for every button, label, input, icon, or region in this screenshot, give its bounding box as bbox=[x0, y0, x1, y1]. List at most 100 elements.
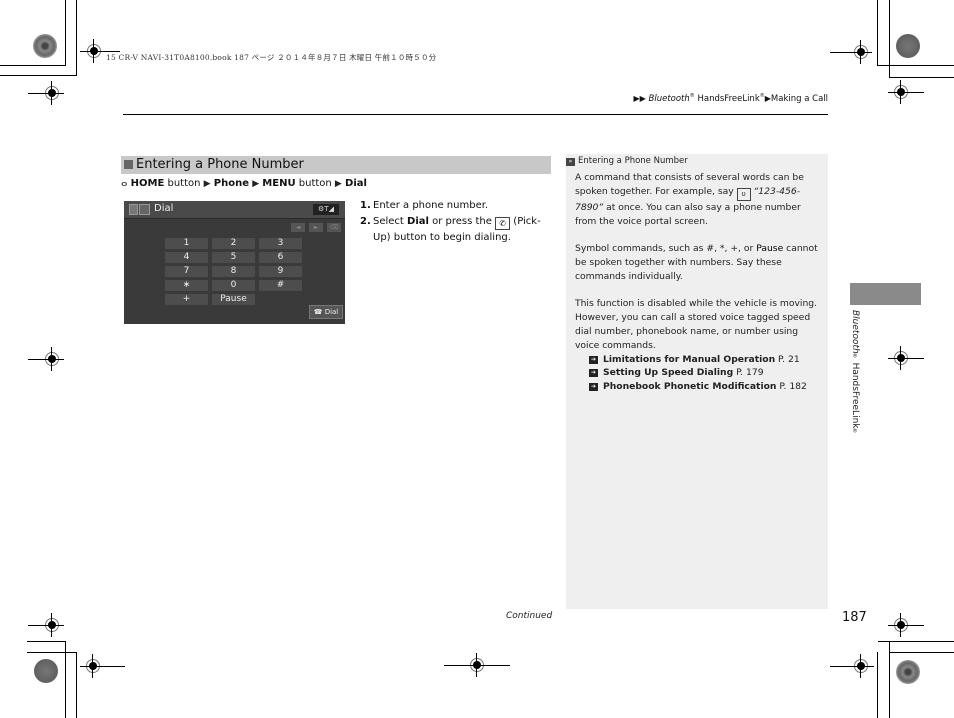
note-body: A command that consists of several words… bbox=[575, 171, 821, 394]
note-heading: » Entering a Phone Number bbox=[566, 156, 688, 166]
nav-step-phone: Phone bbox=[213, 178, 249, 189]
breadcrumb-bluetooth: Bluetooth bbox=[648, 93, 690, 104]
crop-line bbox=[889, 641, 890, 718]
crop-line bbox=[76, 652, 77, 718]
nav-separator-icon: ▶ bbox=[203, 179, 211, 189]
side-label-bluetooth: Bluetooth bbox=[850, 310, 860, 354]
xref-title: Phonebook Phonetic Modification bbox=[603, 381, 777, 393]
xref-link[interactable]: ➔ Limitations for Manual Operation P. 21 bbox=[589, 353, 821, 367]
crop-line bbox=[889, 77, 954, 78]
crop-line bbox=[888, 92, 924, 93]
step-text: Select bbox=[373, 215, 408, 227]
color-bar-icon bbox=[896, 34, 920, 58]
step-dial-keyword: Dial bbox=[407, 215, 429, 227]
xref-link[interactable]: ➔ Phonebook Phonetic Modification P. 182 bbox=[589, 380, 821, 394]
key-plus: + bbox=[165, 294, 208, 305]
color-bar-icon bbox=[33, 34, 57, 58]
crop-line bbox=[877, 652, 878, 718]
crop-line bbox=[830, 52, 872, 53]
nav-step-text: button bbox=[295, 178, 335, 189]
steps-list: 1. Enter a phone number. 2. Select Dial … bbox=[360, 198, 550, 245]
section-heading: Entering a Phone Number bbox=[121, 156, 551, 174]
breadcrumb-handsfreelink: HandsFreeLink bbox=[694, 93, 760, 104]
color-bar-icon bbox=[34, 659, 58, 683]
home-button-icon: ⴰ bbox=[121, 178, 128, 189]
key-9: 9 bbox=[259, 266, 302, 277]
note-text: Symbol commands, such as #, *, +, or bbox=[575, 243, 757, 255]
crop-line bbox=[65, 641, 66, 718]
crop-line bbox=[80, 666, 125, 667]
step-number: 2. bbox=[360, 215, 371, 227]
crop-line bbox=[877, 0, 878, 66]
crop-line bbox=[27, 641, 66, 642]
breadcrumb-arrows-icon: ▶▶ bbox=[633, 93, 646, 103]
xref-link[interactable]: ➔ Setting Up Speed Dialing P. 179 bbox=[589, 366, 821, 380]
xref-page: P. 182 bbox=[776, 381, 807, 393]
file-header: 15 CR-V NAVI-31T0A8100.book 187 ページ ２０１４… bbox=[106, 53, 437, 62]
talk-button-icon: ʋ bbox=[736, 187, 751, 201]
crop-line bbox=[28, 93, 64, 94]
chapter-tab bbox=[850, 283, 921, 305]
xref-list: ➔ Limitations for Manual Operation P. 21 … bbox=[575, 353, 821, 394]
chapter-side-label: Bluetooth® HandsFreeLink® bbox=[846, 310, 860, 434]
nav-path: ⴰ HOME button ▶ Phone ▶ MENU button ▶ Di… bbox=[121, 178, 367, 189]
breadcrumb: ▶▶ Bluetooth® HandsFreeLink®▶Making a Ca… bbox=[634, 93, 829, 104]
nav-separator-icon: ▶ bbox=[252, 179, 260, 189]
note-paragraph: A command that consists of several words… bbox=[575, 171, 821, 228]
crop-line bbox=[0, 75, 77, 76]
note-heading-text: Entering a Phone Number bbox=[578, 156, 688, 166]
crop-line bbox=[28, 625, 64, 626]
step-number: 1. bbox=[360, 200, 371, 211]
crop-line bbox=[28, 359, 64, 360]
crop-line bbox=[65, 0, 66, 66]
dial-screen-image: Dial ⚙T◢ ◄ ► ⌫ 1 2 3 4 5 6 7 8 9 ∗ 0 # +… bbox=[124, 201, 345, 324]
xref-page: P. 21 bbox=[775, 353, 800, 365]
key-pause: Pause bbox=[212, 294, 255, 305]
key-8: 8 bbox=[212, 266, 255, 277]
crop-line bbox=[444, 665, 510, 666]
note-paragraph: Symbol commands, such as #, *, +, or Pau… bbox=[575, 242, 821, 283]
crop-line bbox=[830, 666, 874, 667]
crop-line bbox=[27, 652, 77, 653]
note-text: at once. You can also say a phone number… bbox=[575, 201, 801, 227]
screen-top-bar: Dial ⚙T◢ bbox=[124, 201, 345, 219]
crop-line bbox=[877, 65, 954, 66]
double-chevron-icon: » bbox=[566, 158, 575, 166]
nav-step-home: HOME bbox=[130, 178, 165, 189]
crop-line bbox=[888, 358, 924, 359]
xref-page: P. 179 bbox=[733, 367, 764, 379]
crop-line bbox=[889, 0, 890, 78]
color-bar-icon bbox=[896, 660, 920, 684]
key-6: 6 bbox=[259, 252, 302, 263]
nav-separator-icon: ▶ bbox=[334, 179, 342, 189]
xref-title: Limitations for Manual Operation bbox=[603, 353, 776, 365]
key-4: 4 bbox=[165, 252, 208, 263]
xref-arrow-icon: ➔ bbox=[589, 383, 598, 392]
nav-step-text: button bbox=[164, 178, 204, 189]
pickup-button-icon: ✆ bbox=[495, 216, 511, 230]
pickup-phone-icon: ☎ bbox=[313, 308, 325, 316]
key-star: ∗ bbox=[165, 280, 208, 291]
key-hash: # bbox=[259, 280, 302, 291]
continued-label: Continued bbox=[506, 611, 553, 621]
delete-button: ⌫ bbox=[327, 223, 341, 232]
side-label-handsfreelink: HandsFreeLink bbox=[850, 359, 860, 429]
note-panel: » Entering a Phone Number A command that … bbox=[566, 154, 828, 609]
step-1: 1. Enter a phone number. bbox=[360, 198, 550, 214]
cursor-left-button: ◄ bbox=[291, 223, 305, 232]
section-title: Entering a Phone Number bbox=[136, 157, 304, 172]
crop-line bbox=[888, 625, 924, 626]
nav-step-menu: MENU bbox=[262, 178, 296, 189]
screen-title: Dial bbox=[154, 203, 174, 214]
key-3: 3 bbox=[259, 238, 302, 249]
note-paragraph: This function is disabled while the vehi… bbox=[575, 297, 821, 352]
note-text: This function is disabled while the vehi… bbox=[575, 298, 818, 351]
step-text: or press the bbox=[428, 215, 496, 227]
key-0: 0 bbox=[212, 280, 255, 291]
key-7: 7 bbox=[165, 266, 208, 277]
xref-arrow-icon: ➔ bbox=[589, 355, 598, 364]
registered-mark: ® bbox=[852, 428, 858, 435]
phone-icon bbox=[129, 204, 138, 215]
breadcrumb-current: Making a Call bbox=[770, 93, 828, 104]
bluetooth-signal-status-icon: ⚙T◢ bbox=[313, 204, 339, 215]
